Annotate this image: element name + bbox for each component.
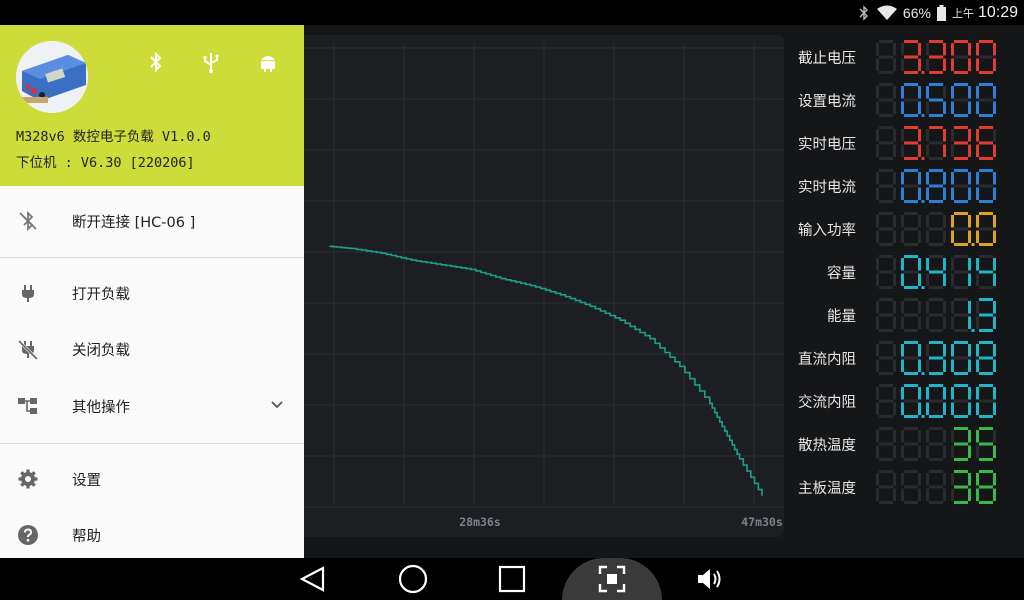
device-avatar xyxy=(16,41,88,113)
menu-item-label: 帮助 xyxy=(72,529,101,545)
power-plug-icon xyxy=(22,285,34,302)
android-icon[interactable] xyxy=(258,51,278,73)
power-plug-off-icon xyxy=(17,339,39,360)
chevron-down-icon[interactable] xyxy=(270,398,284,412)
seven-segment-display xyxy=(876,83,996,117)
bluetooth-disabled-icon xyxy=(19,210,37,232)
chart-canvas: 28m36s 47m30s xyxy=(304,43,784,529)
firmware-version: 下位机 : V6.30 [220206] xyxy=(16,155,195,171)
readout-row: 实时电压 xyxy=(786,121,1024,164)
seven-segment-display xyxy=(876,212,996,246)
x-tick-label: 47m30s xyxy=(741,515,783,529)
seven-segment-display xyxy=(876,126,996,160)
seven-segment-display xyxy=(876,427,996,461)
menu-item-help[interactable]: 帮助 xyxy=(0,510,304,562)
readout-label: 设置电流 xyxy=(798,94,856,110)
readout-label: 输入功率 xyxy=(798,223,856,239)
menu-item-disconnect[interactable]: 断开连接 [HC-06 ] xyxy=(0,196,304,248)
navigation-drawer[interactable]: M328v6 数控电子负载 V1.0.0 下位机 : V6.30 [220206… xyxy=(0,25,304,558)
bluetooth-icon[interactable] xyxy=(146,51,166,73)
menu-item-label: 打开负载 xyxy=(72,287,130,303)
hierarchy-icon xyxy=(18,398,37,414)
device-name: M328v6 数控电子负载 V1.0.0 xyxy=(16,129,211,145)
menu-item-label: 断开连接 [HC-06 ] xyxy=(72,215,196,231)
readout-label: 实时电流 xyxy=(798,180,856,196)
volume-icon[interactable] xyxy=(694,563,726,595)
readout-row: 直流内阻 xyxy=(786,336,1024,379)
menu-item-label: 其他操作 xyxy=(72,400,130,416)
wifi-icon xyxy=(876,5,897,20)
back-icon[interactable] xyxy=(297,563,329,595)
readout-row: 主板温度 xyxy=(786,465,1024,508)
usb-icon[interactable] xyxy=(201,51,221,73)
menu-item-label: 设置 xyxy=(72,473,101,489)
readout-label: 交流内阻 xyxy=(798,395,856,411)
bluetooth-icon xyxy=(859,4,868,21)
status-bar: 66% 上午 10:29 xyxy=(0,0,1024,25)
clock: 10:29 xyxy=(977,3,1018,21)
drawer-divider xyxy=(0,443,304,444)
recents-icon[interactable] xyxy=(496,563,528,595)
readout-label: 散热温度 xyxy=(798,438,856,454)
readout-label: 截止电压 xyxy=(798,51,856,67)
chart-x-ticks: 28m36s 47m30s xyxy=(459,515,783,529)
series-line xyxy=(329,245,763,496)
seven-segment-display xyxy=(876,40,996,74)
readout-row: 散热温度 xyxy=(786,422,1024,465)
readout-label: 容量 xyxy=(827,266,856,282)
fullscreen-icon[interactable] xyxy=(596,563,628,595)
readout-row: 交流内阻 xyxy=(786,379,1024,422)
gear-icon xyxy=(18,469,38,489)
seven-segment-display xyxy=(876,384,996,418)
seven-segment-display xyxy=(876,341,996,375)
readout-label: 能量 xyxy=(827,309,856,325)
menu-item-other-actions[interactable]: 其他操作 xyxy=(0,381,304,433)
seven-segment-display xyxy=(876,169,996,203)
home-icon[interactable] xyxy=(397,563,429,595)
x-tick-label: 28m36s xyxy=(459,515,501,529)
battery-percent: 66% xyxy=(902,4,931,21)
seven-segment-display xyxy=(876,470,996,504)
readout-label: 直流内阻 xyxy=(798,352,856,368)
seven-segment-display xyxy=(876,298,996,332)
chart-grid xyxy=(304,43,784,508)
readout-row: 设置电流 xyxy=(786,78,1024,121)
menu-item-open-load[interactable]: 打开负载 xyxy=(0,268,304,320)
readout-row: 实时电流 xyxy=(786,164,1024,207)
seven-segment-display xyxy=(876,255,996,289)
readout-panel: 截止电压设置电流实时电压实时电流输入功率容量能量直流内阻交流内阻散热温度主板温度 xyxy=(786,35,1024,555)
battery-icon xyxy=(936,4,946,21)
readout-label: 主板温度 xyxy=(798,481,856,497)
menu-item-close-load[interactable]: 关闭负载 xyxy=(0,324,304,376)
help-icon xyxy=(18,525,38,545)
chart-series xyxy=(329,245,763,496)
drawer-header: M328v6 数控电子负载 V1.0.0 下位机 : V6.30 [220206… xyxy=(0,25,304,186)
readout-row: 能量 xyxy=(786,293,1024,336)
readout-row: 截止电压 xyxy=(786,35,1024,78)
menu-item-settings[interactable]: 设置 xyxy=(0,454,304,506)
readout-row: 输入功率 xyxy=(786,207,1024,250)
readout-row: 容量 xyxy=(786,250,1024,293)
readout-label: 实时电压 xyxy=(798,137,856,153)
menu-item-label: 关闭负载 xyxy=(72,343,130,359)
discharge-chart[interactable]: 28m36s 47m30s xyxy=(304,35,784,537)
drawer-divider xyxy=(0,257,304,258)
time-ampm: 上午 xyxy=(951,7,974,20)
